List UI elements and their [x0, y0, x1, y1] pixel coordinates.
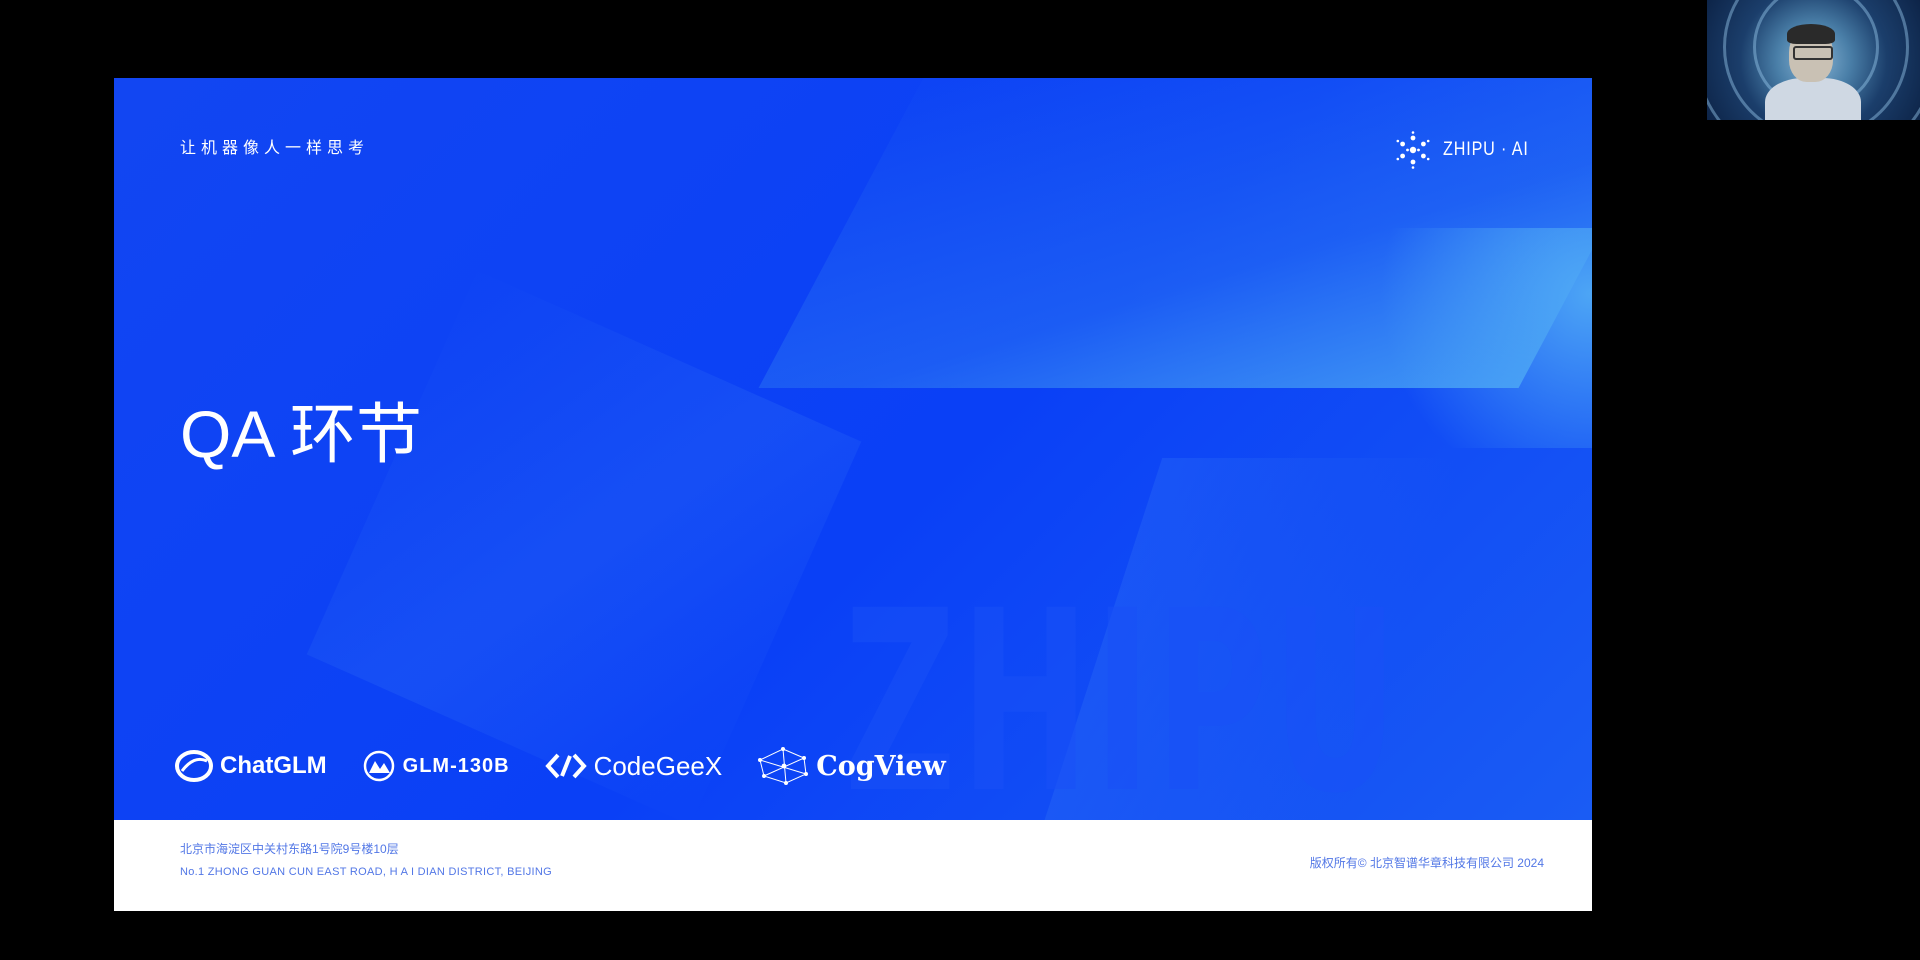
light-glow-decoration — [1334, 228, 1592, 448]
light-beam-decoration — [758, 78, 1592, 388]
presentation-slide: ZHIPU 让机器像人一样思考 ZHIPU · AI QA 环节 ChatGLM… — [114, 78, 1592, 911]
presenter-hair — [1787, 24, 1835, 44]
slide-title: QA 环节 — [180, 397, 423, 471]
product-name: CodeGeeX — [593, 750, 723, 781]
product-codegeex: CodeGeeX — [544, 750, 723, 782]
product-logos: ChatGLM GLM-130B CodeGeeX CogView — [174, 746, 946, 786]
product-name: GLM-130B — [402, 754, 510, 777]
brand-name: ZHIPU · AI — [1443, 139, 1529, 160]
presenter-glasses — [1793, 46, 1833, 60]
cogview-logo-icon — [756, 746, 810, 786]
slide-tagline: 让机器像人一样思考 — [180, 140, 370, 157]
brand-logo: ZHIPU · AI — [1393, 130, 1544, 170]
glm-130b-logo-icon — [361, 749, 397, 783]
product-cogview: CogView — [756, 746, 946, 786]
product-name: ChatGLM — [220, 752, 327, 779]
presenter-body — [1765, 78, 1861, 120]
zhipu-logo-icon — [1393, 130, 1433, 170]
product-chatglm: ChatGLM — [174, 749, 327, 783]
slide-content: ZHIPU 让机器像人一样思考 ZHIPU · AI QA 环节 ChatGLM… — [114, 78, 1592, 820]
codegeex-logo-icon — [544, 751, 588, 781]
light-streak-decoration — [306, 270, 862, 820]
product-name: CogView — [816, 750, 946, 782]
copyright-notice: 版权所有© 北京智谱华章科技有限公司 2024 — [1309, 856, 1544, 870]
slide-footer: 北京市海淀区中关村东路1号院9号楼10层 No.1 ZHONG GUAN CUN… — [114, 820, 1592, 911]
product-glm-130b: GLM-130B — [361, 749, 510, 783]
address-english: No.1 ZHONG GUAN CUN EAST ROAD, H A I DIA… — [180, 866, 552, 878]
presenter-video-thumbnail[interactable] — [1707, 0, 1920, 120]
address-chinese: 北京市海淀区中关村东路1号院9号楼10层 — [180, 842, 399, 856]
chatglm-logo-icon — [174, 749, 214, 783]
